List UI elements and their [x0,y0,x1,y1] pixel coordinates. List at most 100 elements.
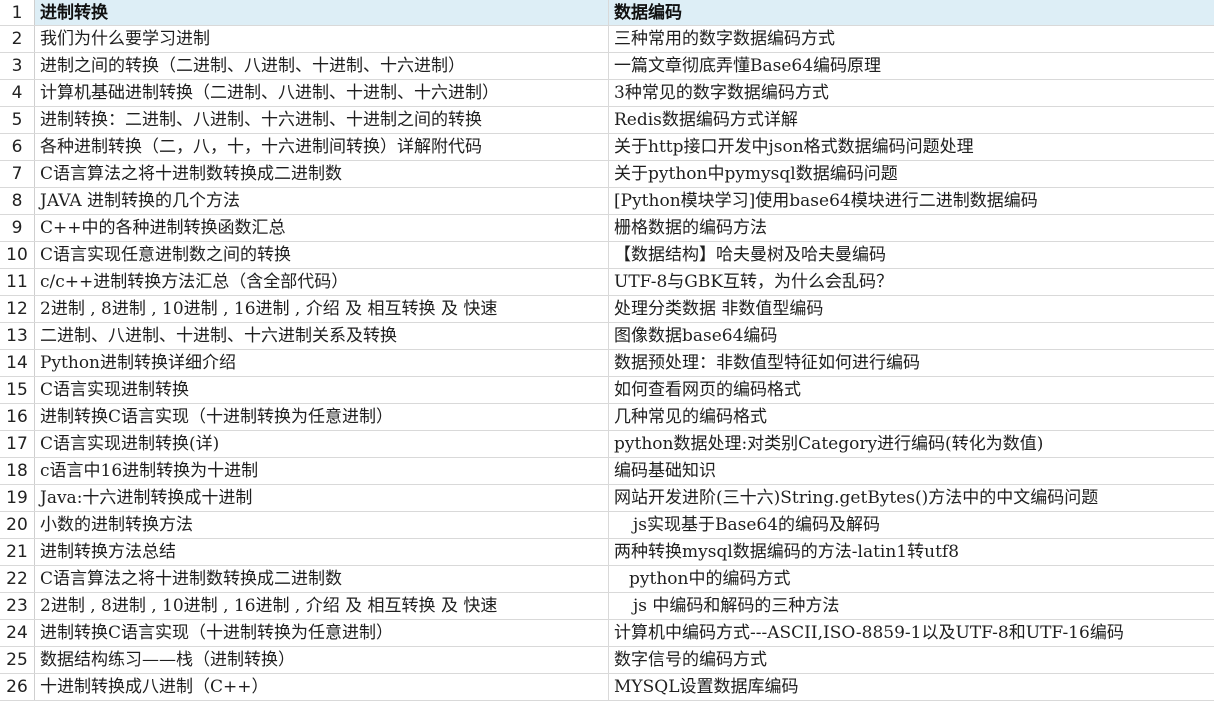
cell-encoding-title[interactable]: python中的编码方式 [609,566,1214,592]
row-number[interactable]: 5 [0,107,35,133]
row-number[interactable]: 26 [0,674,35,700]
row-number[interactable]: 25 [0,647,35,673]
cell-conversion-title[interactable]: 2进制 , 8进制 , 10进制 , 16进制 , 介绍 及 相互转换 及 快速 [35,593,609,619]
cell-conversion-title[interactable]: 我们为什么要学习进制 [35,26,609,52]
table-row: 16 进制转换C语言实现（十进制转换为任意进制） 几种常见的编码格式 [0,404,1214,431]
spreadsheet-grid: 1 进制转换 数据编码 2 我们为什么要学习进制 三种常用的数字数据编码方式 3 进制之… [0,0,1214,706]
cell-encoding-title[interactable]: 关于python中pymysql数据编码问题 [609,161,1214,187]
header-row: 1 进制转换 数据编码 [0,0,1214,26]
cell-encoding-title[interactable]: 关于http接口开发中json格式数据编码问题处理 [609,134,1214,160]
cell-encoding-title[interactable]: js实现基于Base64的编码及解码 [609,512,1214,538]
cell-conversion-title[interactable]: 进制转换C语言实现（十进制转换为任意进制） [35,404,609,430]
cell-conversion-title[interactable]: 进制之间的转换（二进制、八进制、十进制、十六进制） [35,53,609,79]
cell-conversion-title[interactable]: 进制转换C语言实现（十进制转换为任意进制） [35,620,609,646]
cell-conversion-title[interactable]: 各种进制转换（二，八，十，十六进制间转换）详解附代码 [35,134,609,160]
table-row: 6 各种进制转换（二，八，十，十六进制间转换）详解附代码 关于http接口开发中js… [0,134,1214,161]
cell-conversion-title[interactable]: C语言算法之将十进制数转换成二进制数 [35,566,609,592]
header-cell-conversion[interactable]: 进制转换 [35,0,609,25]
data-rows: 2 我们为什么要学习进制 三种常用的数字数据编码方式 3 进制之间的转换（二进制、八进制… [0,26,1214,701]
cell-encoding-title[interactable]: 【数据结构】哈夫曼树及哈夫曼编码 [609,242,1214,268]
cell-encoding-title[interactable]: 3种常见的数字数据编码方式 [609,80,1214,106]
cell-conversion-title[interactable]: 进制转换：二进制、八进制、十六进制、十进制之间的转换 [35,107,609,133]
cell-encoding-title[interactable]: 三种常用的数字数据编码方式 [609,26,1214,52]
cell-conversion-title[interactable]: C语言实现进制转换 [35,377,609,403]
table-row: 23 2进制 , 8进制 , 10进制 , 16进制 , 介绍 及 相互转换 及 … [0,593,1214,620]
cell-conversion-title[interactable]: 小数的进制转换方法 [35,512,609,538]
table-row: 19 Java:十六进制转换成十进制 网站开发进阶(三十六)String.getBy… [0,485,1214,512]
cell-conversion-title[interactable]: JAVA 进制转换的几个方法 [35,188,609,214]
row-number[interactable]: 3 [0,53,35,79]
table-row: 7 C语言算法之将十进制数转换成二进制数 关于python中pymysql数据编码问… [0,161,1214,188]
row-number[interactable]: 23 [0,593,35,619]
cell-encoding-title[interactable]: 处理分类数据 非数值型编码 [609,296,1214,322]
cell-encoding-title[interactable]: js 中编码和解码的三种方法 [609,593,1214,619]
table-row: 22 C语言算法之将十进制数转换成二进制数 python中的编码方式 [0,566,1214,593]
row-number[interactable]: 10 [0,242,35,268]
cell-encoding-title[interactable]: 编码基础知识 [609,458,1214,484]
table-row: 3 进制之间的转换（二进制、八进制、十进制、十六进制） 一篇文章彻底弄懂Base64… [0,53,1214,80]
row-number[interactable]: 17 [0,431,35,457]
cell-encoding-title[interactable]: Redis数据编码方式详解 [609,107,1214,133]
table-row: 10 C语言实现任意进制数之间的转换 【数据结构】哈夫曼树及哈夫曼编码 [0,242,1214,269]
cell-conversion-title[interactable]: Python进制转换详细介绍 [35,350,609,376]
cell-encoding-title[interactable]: 两种转换mysql数据编码的方法-latin1转utf8 [609,539,1214,565]
cell-conversion-title[interactable]: 进制转换方法总结 [35,539,609,565]
row-number[interactable]: 2 [0,26,35,52]
cell-encoding-title[interactable]: 一篇文章彻底弄懂Base64编码原理 [609,53,1214,79]
cell-encoding-title[interactable]: [Python模块学习]使用base64模块进行二进制数据编码 [609,188,1214,214]
table-row: 5 进制转换：二进制、八进制、十六进制、十进制之间的转换 Redis数据编码方式详解 [0,107,1214,134]
cell-encoding-title[interactable]: 如何查看网页的编码格式 [609,377,1214,403]
cell-conversion-title[interactable]: Java:十六进制转换成十进制 [35,485,609,511]
row-number[interactable]: 24 [0,620,35,646]
row-number[interactable]: 6 [0,134,35,160]
cell-encoding-title[interactable]: 数字信号的编码方式 [609,647,1214,673]
row-number[interactable]: 1 [0,0,35,25]
row-number[interactable]: 12 [0,296,35,322]
cell-conversion-title[interactable]: 二进制、八进制、十进制、十六进制关系及转换 [35,323,609,349]
table-row: 21 进制转换方法总结 两种转换mysql数据编码的方法-latin1转utf8 [0,539,1214,566]
cell-encoding-title[interactable]: 图像数据base64编码 [609,323,1214,349]
cell-encoding-title[interactable]: 几种常见的编码格式 [609,404,1214,430]
cell-conversion-title[interactable]: C语言算法之将十进制数转换成二进制数 [35,161,609,187]
cell-conversion-title[interactable]: C语言实现进制转换(详) [35,431,609,457]
row-number[interactable]: 22 [0,566,35,592]
cell-conversion-title[interactable]: c语言中16进制转换为十进制 [35,458,609,484]
row-number[interactable]: 16 [0,404,35,430]
cell-encoding-title[interactable]: 栅格数据的编码方法 [609,215,1214,241]
table-row: 12 2进制 , 8进制 , 10进制 , 16进制 , 介绍 及 相互转换 及 … [0,296,1214,323]
row-number[interactable]: 9 [0,215,35,241]
cell-encoding-title[interactable]: UTF-8与GBK互转，为什么会乱码？ [609,269,1214,295]
table-row: 24 进制转换C语言实现（十进制转换为任意进制） 计算机中编码方式---ASCII,… [0,620,1214,647]
cell-conversion-title[interactable]: 数据结构练习——栈（进制转换） [35,647,609,673]
cell-encoding-title[interactable]: 数据预处理：非数值型特征如何进行编码 [609,350,1214,376]
row-number[interactable]: 20 [0,512,35,538]
row-number[interactable]: 15 [0,377,35,403]
cell-encoding-title[interactable]: MYSQL设置数据库编码 [609,674,1214,700]
row-number[interactable]: 11 [0,269,35,295]
table-row: 13 二进制、八进制、十进制、十六进制关系及转换 图像数据base64编码 [0,323,1214,350]
header-cell-encoding[interactable]: 数据编码 [609,0,1214,25]
row-number[interactable]: 14 [0,350,35,376]
cell-conversion-title[interactable]: C语言实现任意进制数之间的转换 [35,242,609,268]
row-number[interactable]: 7 [0,161,35,187]
row-number[interactable]: 21 [0,539,35,565]
row-number[interactable]: 8 [0,188,35,214]
cell-conversion-title[interactable]: C++中的各种进制转换函数汇总 [35,215,609,241]
row-number[interactable]: 19 [0,485,35,511]
table-row: 20 小数的进制转换方法 js实现基于Base64的编码及解码 [0,512,1214,539]
table-row: 9 C++中的各种进制转换函数汇总 栅格数据的编码方法 [0,215,1214,242]
table-row: 14 Python进制转换详细介绍 数据预处理：非数值型特征如何进行编码 [0,350,1214,377]
cell-conversion-title[interactable]: 十进制转换成八进制（C++） [35,674,609,700]
row-number[interactable]: 13 [0,323,35,349]
row-number[interactable]: 4 [0,80,35,106]
row-number[interactable]: 18 [0,458,35,484]
table-row: 18 c语言中16进制转换为十进制 编码基础知识 [0,458,1214,485]
cell-encoding-title[interactable]: python数据处理:对类别Category进行编码(转化为数值) [609,431,1214,457]
cell-encoding-title[interactable]: 网站开发进阶(三十六)String.getBytes()方法中的中文编码问题 [609,485,1214,511]
cell-conversion-title[interactable]: c/c++进制转换方法汇总（含全部代码） [35,269,609,295]
cell-conversion-title[interactable]: 2进制 , 8进制 , 10进制 , 16进制 , 介绍 及 相互转换 及 快速 [35,296,609,322]
table-row: 25 数据结构练习——栈（进制转换） 数字信号的编码方式 [0,647,1214,674]
cell-encoding-title[interactable]: 计算机中编码方式---ASCII,ISO-8859-1以及UTF-8和UTF-1… [609,620,1214,646]
cell-conversion-title[interactable]: 计算机基础进制转换（二进制、八进制、十进制、十六进制） [35,80,609,106]
table-row: 11 c/c++进制转换方法汇总（含全部代码） UTF-8与GBK互转，为什么会乱码… [0,269,1214,296]
